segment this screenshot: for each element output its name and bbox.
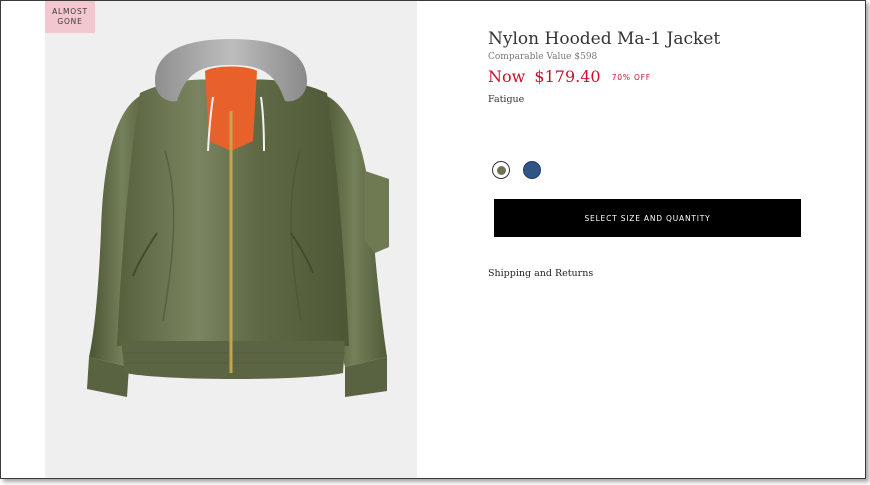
product-title: Nylon Hooded Ma-1 Jacket xyxy=(488,29,721,49)
sale-price: $179.40 xyxy=(534,67,601,86)
swatch-fatigue[interactable] xyxy=(492,161,510,179)
price-row: Now $179.40 70% OFF xyxy=(488,67,651,86)
page-frame: ALMOST GONE Nylon Hooded Ma-1 Jacket Com… xyxy=(0,0,866,479)
comparable-value: Comparable Value $598 xyxy=(488,52,598,62)
swatch-navy[interactable] xyxy=(523,161,541,179)
badge-line-1: ALMOST xyxy=(52,7,88,16)
shipping-returns-link[interactable]: Shipping and Returns xyxy=(488,268,593,279)
price-prefix: Now xyxy=(488,67,526,86)
almost-gone-badge: ALMOST GONE xyxy=(45,1,95,33)
select-size-button[interactable]: SELECT SIZE AND QUANTITY xyxy=(494,199,801,237)
selected-color-name: Fatigue xyxy=(488,94,525,105)
jacket-image[interactable] xyxy=(45,1,417,478)
swatch-fatigue-dot xyxy=(496,165,506,175)
product-image-panel: ALMOST GONE xyxy=(45,1,417,478)
discount-label: 70% OFF xyxy=(611,73,651,82)
badge-line-2: GONE xyxy=(57,17,83,26)
